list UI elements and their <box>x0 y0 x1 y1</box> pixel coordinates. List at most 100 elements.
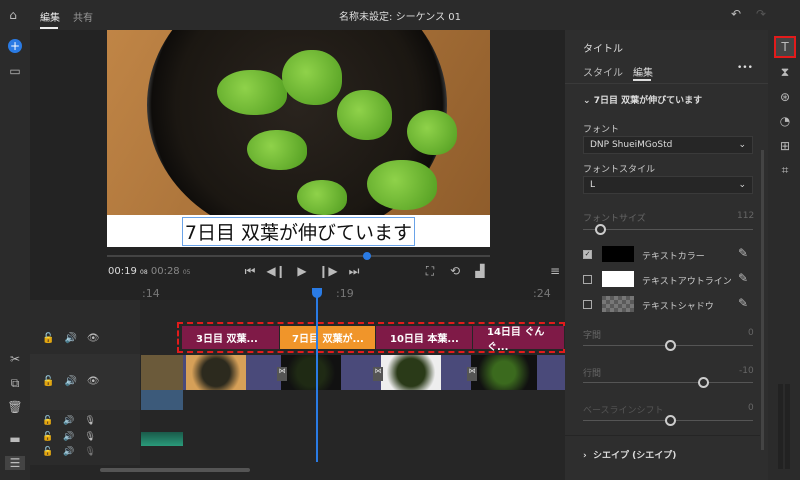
eyedropper-icon[interactable]: ✎ <box>733 296 753 310</box>
more-options-button[interactable]: ••• <box>737 63 753 73</box>
play-icon[interactable]: ▶ <box>292 264 312 279</box>
tab-edit-panel[interactable]: 編集 <box>633 64 653 79</box>
quality-icon[interactable]: ▟ <box>470 264 490 278</box>
title-caption[interactable]: 7日目 双葉が伸びています <box>107 215 490 247</box>
title-icon[interactable]: T <box>775 40 795 54</box>
slider-knob[interactable] <box>595 224 606 235</box>
menu-icon[interactable]: ≡ <box>545 264 565 278</box>
eye-icon[interactable]: 👁 <box>87 333 100 344</box>
current-time: 00:19 <box>108 266 137 277</box>
step-back-icon[interactable]: ◀❙ <box>266 264 286 279</box>
slider-knob[interactable] <box>698 377 709 388</box>
total-time: 00:28 <box>150 266 180 277</box>
audio-icon[interactable]: ⊞ <box>775 139 795 153</box>
volume-icon[interactable]: 🔊 <box>63 432 74 442</box>
eyedropper-icon[interactable]: ✎ <box>733 246 753 260</box>
crop-icon[interactable]: ⌗ <box>775 163 795 178</box>
volume-icon[interactable]: 🔊 <box>64 376 76 387</box>
font-size-slider[interactable] <box>583 224 753 235</box>
step-forward-icon[interactable]: ❙▶ <box>318 264 338 279</box>
volume-icon[interactable]: 🔊 <box>64 333 76 344</box>
title-track-controls: 🔓 🔊 👁 <box>42 333 100 344</box>
title-clip[interactable]: 10日目 本葉... <box>376 326 473 349</box>
eyedropper-icon[interactable]: ✎ <box>733 271 753 285</box>
title-clip-selected[interactable]: 7日目 双葉が... <box>280 326 376 349</box>
section-header[interactable]: ⌄ 7日目 双葉が伸びています <box>583 93 702 106</box>
lock-icon[interactable]: 🔓 <box>42 333 54 344</box>
duplicate-icon[interactable]: ⧉ <box>5 376 25 391</box>
shape-section-header[interactable]: › シエイプ (シエイプ) <box>583 448 676 461</box>
baseline-slider[interactable] <box>583 415 753 426</box>
outline-checkbox[interactable] <box>583 275 592 284</box>
media-icon[interactable]: ▭ <box>5 64 25 78</box>
font-label: フォント <box>583 125 620 135</box>
audio-clip[interactable] <box>141 432 183 446</box>
transition-panel-icon[interactable]: ⧗ <box>775 65 795 80</box>
text-color-label: テキストカラー <box>642 252 705 262</box>
volume-icon[interactable]: 🔊 <box>63 416 74 426</box>
font-size-label: フォントサイズ <box>583 214 646 224</box>
caption-text[interactable]: 7日目 双葉が伸びています <box>181 216 416 246</box>
speed-icon[interactable]: ◔ <box>775 114 795 128</box>
go-to-start-icon[interactable]: ⏮ <box>240 264 260 279</box>
fullscreen-icon[interactable]: ⛶ <box>420 264 440 279</box>
shadow-label: テキストシャドウ <box>642 302 714 312</box>
scissors-icon[interactable]: ✂ <box>5 352 25 366</box>
transition-icon[interactable]: ⋈ <box>467 367 477 381</box>
audio-meter-left <box>778 384 783 469</box>
shadow-checkbox[interactable] <box>583 300 592 309</box>
timeline-scrollbar[interactable] <box>100 468 250 472</box>
leading-slider[interactable] <box>583 377 753 388</box>
leading-value: -10 <box>739 366 754 376</box>
font-style-dropdown[interactable]: L ⌄ <box>583 176 753 194</box>
video-track[interactable]: ⋈ ⋈ ⋈ <box>141 355 565 390</box>
title-clip[interactable]: 3日目 双葉... <box>182 326 280 349</box>
scrubber-handle[interactable] <box>363 252 371 260</box>
properties-panel: タイトル スタイル 編集 ••• ⌄ 7日目 双葉が伸びています フォント DN… <box>565 30 768 480</box>
audio-meter-right <box>785 384 790 469</box>
video-clip-tail[interactable] <box>141 390 183 410</box>
video-preview[interactable]: 7日目 双葉が伸びています <box>107 30 490 247</box>
timeline-ruler[interactable]: :14 :19 :24 <box>30 285 565 300</box>
lock-icon[interactable]: 🔓 <box>42 376 54 387</box>
scrubber[interactable] <box>107 252 490 260</box>
add-icon[interactable]: + <box>8 39 22 53</box>
lock-icon[interactable]: 🔓 <box>42 416 53 426</box>
baseline-label: ベースラインシフト <box>583 406 664 416</box>
audio-track-1-controls: 🔓 🔊 🎙 <box>42 416 96 426</box>
timeline-list-icon[interactable]: ☰ <box>5 456 25 470</box>
playhead[interactable] <box>312 288 322 462</box>
title-clip[interactable]: 14日目 ぐんぐ... <box>473 326 565 353</box>
lock-icon[interactable]: 🔓 <box>42 447 53 457</box>
text-color-checkbox[interactable]: ✓ <box>583 250 592 259</box>
mic-icon[interactable]: 🎙 <box>84 432 95 442</box>
trash-icon[interactable]: 🗑 <box>5 400 25 414</box>
tab-style[interactable]: スタイル <box>583 64 623 79</box>
lock-icon[interactable]: 🔓 <box>42 432 53 442</box>
ruler-tick: :24 <box>533 287 551 300</box>
track-icon[interactable]: ▬ <box>5 432 25 446</box>
loop-icon[interactable]: ⟲ <box>445 264 465 278</box>
go-to-end-icon[interactable]: ⏭ <box>344 264 364 279</box>
video-track-controls: 🔓 🔊 👁 <box>42 376 100 387</box>
audio-track-3-controls: 🔓 🔊 🎙 <box>42 447 96 457</box>
ruler-tick: :19 <box>336 287 354 300</box>
font-value: DNP ShueiMGoStd <box>590 140 673 150</box>
undo-icon[interactable]: ↶ <box>726 7 746 21</box>
outline-color-swatch[interactable] <box>602 271 634 287</box>
color-icon[interactable]: ⊛ <box>775 90 795 104</box>
volume-icon[interactable]: 🔊 <box>63 447 74 457</box>
leading-label: 行間 <box>583 369 602 379</box>
slider-knob[interactable] <box>665 340 676 351</box>
eye-icon[interactable]: 👁 <box>87 376 100 387</box>
text-color-swatch[interactable] <box>602 246 634 262</box>
tracking-slider[interactable] <box>583 340 753 351</box>
mic-icon[interactable]: 🎙 <box>84 416 95 426</box>
panel-scrollbar[interactable] <box>761 150 764 450</box>
mic-icon[interactable]: 🎙 <box>84 447 95 457</box>
shadow-color-swatch[interactable] <box>602 296 634 312</box>
transition-icon[interactable]: ⋈ <box>277 367 287 381</box>
font-dropdown[interactable]: DNP ShueiMGoStd ⌄ <box>583 136 753 154</box>
slider-knob[interactable] <box>665 415 676 426</box>
transition-icon[interactable]: ⋈ <box>373 367 383 381</box>
